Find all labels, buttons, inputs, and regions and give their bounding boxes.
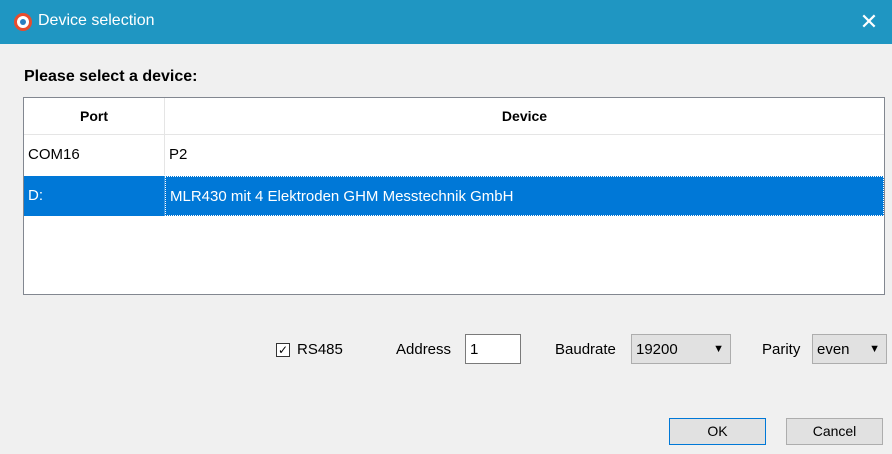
- column-header-port[interactable]: Port: [24, 98, 165, 134]
- column-header-device[interactable]: Device: [165, 98, 884, 134]
- prompt-label: Please select a device:: [24, 68, 198, 85]
- port-cell: COM16: [28, 146, 80, 163]
- table-row[interactable]: COM16 P2: [24, 135, 884, 175]
- table-row-selected[interactable]: D: MLR430 mit 4 Elektroden GHM Messtechn…: [24, 176, 884, 216]
- chevron-down-icon: ▼: [713, 343, 724, 355]
- ok-button[interactable]: OK: [669, 418, 766, 445]
- baudrate-label: Baudrate: [555, 341, 616, 358]
- baudrate-value: 19200: [636, 341, 678, 358]
- rs485-label[interactable]: RS485: [297, 341, 343, 358]
- baudrate-select[interactable]: 19200 ▼: [631, 334, 731, 364]
- rs485-checkbox[interactable]: ✓: [276, 343, 290, 357]
- close-button[interactable]: ✕: [846, 0, 892, 44]
- chevron-down-icon: ▼: [869, 343, 880, 355]
- app-icon: [14, 13, 32, 31]
- port-cell: D:: [28, 187, 43, 204]
- device-cell: MLR430 mit 4 Elektroden GHM Messtechnik …: [165, 176, 884, 216]
- device-cell: P2: [169, 146, 188, 163]
- address-input[interactable]: [465, 334, 521, 364]
- parity-label: Parity: [762, 341, 801, 358]
- title-bar-background: Device selection ✕: [0, 0, 892, 44]
- device-table: Port Device COM16 P2 D: MLR430 mit 4 Ele…: [23, 97, 885, 295]
- window-title: Device selection: [38, 12, 155, 29]
- parity-select[interactable]: even ▼: [812, 334, 887, 364]
- parity-value: even: [817, 341, 850, 358]
- table-header: Port Device: [24, 98, 884, 135]
- address-label: Address: [396, 341, 452, 358]
- cancel-button[interactable]: Cancel: [786, 418, 883, 445]
